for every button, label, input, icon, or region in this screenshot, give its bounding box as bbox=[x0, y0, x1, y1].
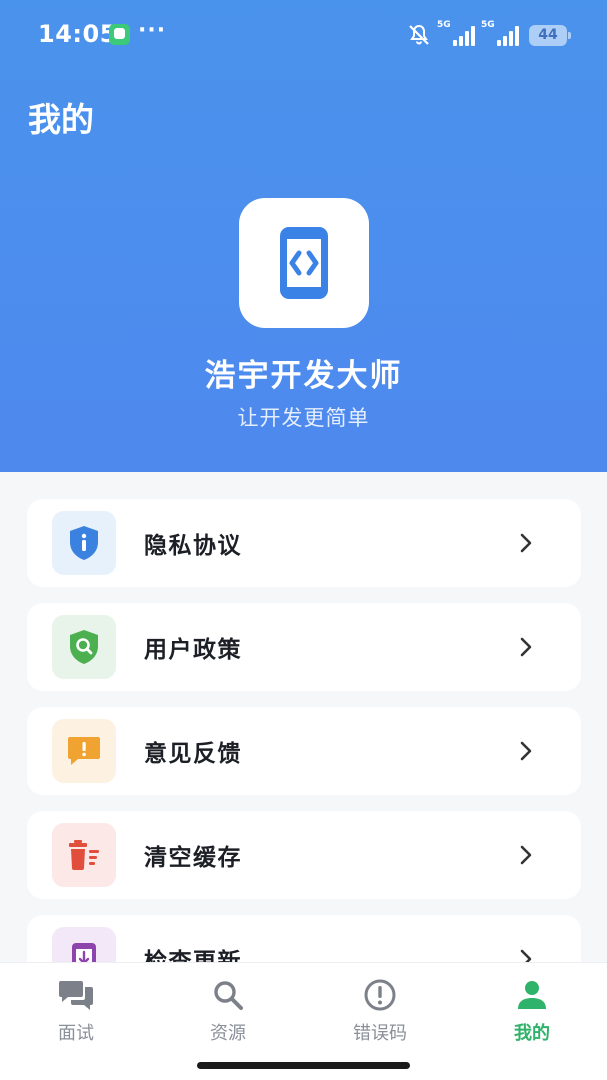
tab-label: 资源 bbox=[210, 1023, 246, 1044]
more-notifications-icon: ··· bbox=[138, 18, 167, 43]
network-type-2: 5G bbox=[481, 20, 495, 30]
menu-icon-bg bbox=[52, 719, 116, 783]
chevron-right-icon bbox=[520, 845, 532, 865]
menu-icon-bg bbox=[52, 511, 116, 575]
profile-header: 14:05 ··· 5G 5G 44 我的 浩宇开发大师 让开发更简单 bbox=[0, 0, 607, 472]
menu-item-clear-cache[interactable]: 清空缓存 bbox=[27, 811, 581, 899]
signal-strength-icon: 5G bbox=[437, 20, 475, 46]
chevron-right-icon bbox=[520, 533, 532, 553]
menu-item-label: 用户政策 bbox=[144, 637, 242, 663]
battery-icon: 44 bbox=[529, 24, 571, 46]
network-type: 5G bbox=[437, 20, 451, 30]
menu-icon-bg bbox=[52, 823, 116, 887]
chevron-right-icon bbox=[520, 741, 532, 761]
home-indicator[interactable] bbox=[197, 1062, 410, 1069]
shield-search-icon bbox=[70, 630, 98, 664]
status-bar: 14:05 ··· 5G 5G 44 bbox=[0, 0, 607, 72]
menu-item-label: 清空缓存 bbox=[144, 845, 242, 871]
tab-error-codes[interactable]: 错误码 bbox=[330, 977, 430, 1047]
menu-icon-bg bbox=[52, 615, 116, 679]
notification-app-icon bbox=[109, 24, 130, 45]
signal-strength-icon-2: 5G bbox=[481, 20, 519, 46]
page-title: 我的 bbox=[28, 100, 94, 139]
tab-label: 我的 bbox=[514, 1023, 550, 1044]
search-icon bbox=[214, 981, 243, 1010]
app-logo bbox=[239, 198, 369, 328]
person-icon bbox=[518, 981, 546, 1009]
status-time: 14:05 bbox=[38, 20, 117, 48]
settings-menu: 隐私协议 用户政策 意见反馈 清空缓存 bbox=[27, 499, 581, 1019]
battery-level: 44 bbox=[538, 27, 558, 43]
app-slogan: 让开发更简单 bbox=[237, 406, 370, 430]
shield-info-icon bbox=[70, 526, 98, 560]
tab-label: 错误码 bbox=[353, 1023, 407, 1044]
tab-mine[interactable]: 我的 bbox=[482, 977, 582, 1047]
menu-item-user-policy[interactable]: 用户政策 bbox=[27, 603, 581, 691]
chevron-right-icon bbox=[520, 637, 532, 657]
mute-bell-icon bbox=[409, 24, 429, 45]
tab-interview[interactable]: 面试 bbox=[26, 977, 126, 1047]
menu-item-label: 隐私协议 bbox=[144, 533, 242, 559]
status-indicators: 5G 5G 44 bbox=[407, 20, 571, 48]
alert-icon bbox=[364, 979, 396, 1011]
tab-resources[interactable]: 资源 bbox=[178, 977, 278, 1047]
tab-label: 面试 bbox=[58, 1023, 94, 1044]
app-name: 浩宇开发大师 bbox=[204, 358, 403, 394]
menu-item-feedback[interactable]: 意见反馈 bbox=[27, 707, 581, 795]
menu-item-label: 意见反馈 bbox=[144, 741, 242, 767]
screen: 14:05 ··· 5G 5G 44 我的 浩宇开发大师 让开发更简单 隐私协议… bbox=[0, 0, 607, 1080]
feedback-icon bbox=[68, 737, 100, 765]
trash-clear-icon bbox=[69, 840, 99, 870]
chat-icon bbox=[59, 981, 93, 1010]
menu-item-privacy-agreement[interactable]: 隐私协议 bbox=[27, 499, 581, 587]
code-phone-icon bbox=[280, 227, 328, 299]
